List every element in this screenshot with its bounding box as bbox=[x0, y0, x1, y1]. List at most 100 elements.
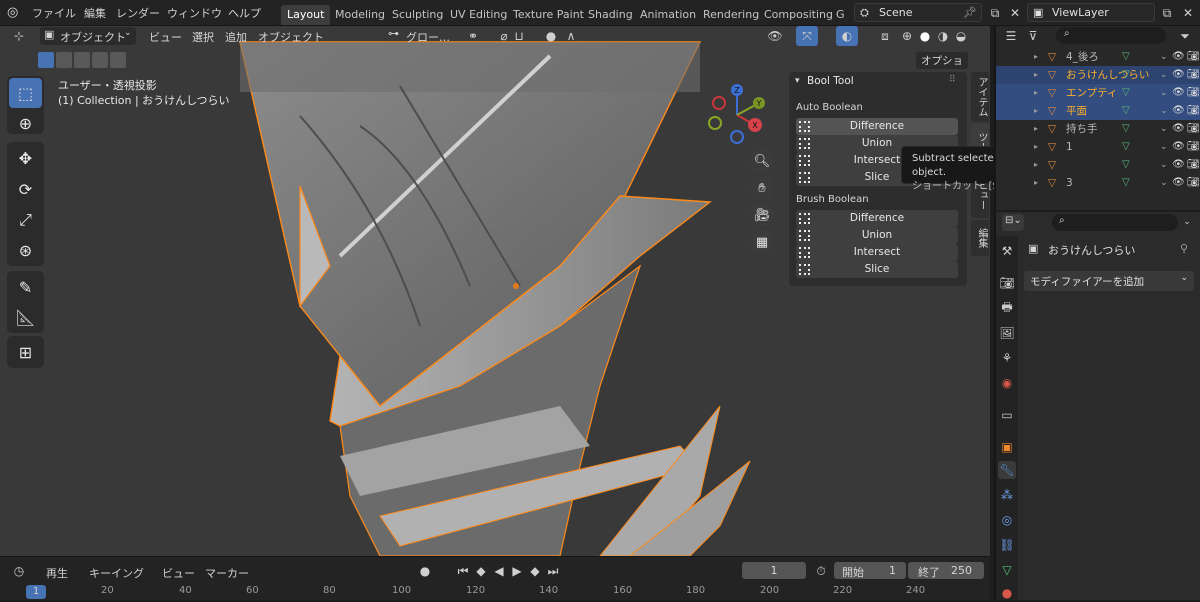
menu-add[interactable]: 追加 bbox=[225, 29, 247, 45]
outliner-row[interactable]: ▸ ▽ 1 ▽ ⌄ 👁︎ 📷︎ bbox=[996, 138, 1200, 156]
object-properties-icon[interactable]: ▣ bbox=[998, 438, 1016, 456]
brush-slice-button[interactable]: Slice bbox=[796, 261, 958, 278]
outliner-row[interactable]: ▸ ▽ 3 ▽ ⌄ 👁︎ 📷︎ bbox=[996, 174, 1200, 192]
editor-type-icon[interactable]: ⊹ bbox=[8, 26, 30, 46]
expand-arrow-icon[interactable]: ▸ bbox=[1034, 102, 1038, 120]
outliner-row[interactable]: ▸ ▽ おうけんしつらい ▽ ⌄ 👁︎ 📷︎ bbox=[996, 66, 1200, 84]
visibility-icon[interactable]: 👁︎ bbox=[764, 26, 786, 46]
tab-rendering[interactable]: Rendering bbox=[697, 5, 765, 25]
measure-icon[interactable]: 📐︎ bbox=[9, 302, 42, 332]
rendered-shading-icon[interactable]: ◒ bbox=[950, 26, 972, 46]
modifier-properties-icon[interactable]: 🔧︎ bbox=[998, 461, 1016, 479]
view-layer-selector[interactable]: ▣ ViewLayer bbox=[1027, 3, 1155, 22]
menu-edit[interactable]: 編集 bbox=[84, 5, 106, 21]
camera-view-icon[interactable]: 🎥︎ bbox=[750, 203, 774, 227]
brush-intersect-button[interactable]: Intersect bbox=[796, 244, 958, 261]
auto-difference-button[interactable]: Difference bbox=[796, 118, 958, 135]
outliner-row[interactable]: ▸ ▽ 持ち手 ▽ ⌄ 👁︎ 📷︎ bbox=[996, 120, 1200, 138]
eye-icon[interactable]: 👁︎ bbox=[1172, 66, 1185, 84]
annotate-icon[interactable]: ✎ bbox=[9, 272, 42, 302]
filter-icon[interactable]: ⊽ bbox=[1022, 26, 1044, 46]
expand-arrow-icon[interactable]: ▸ bbox=[1034, 120, 1038, 138]
select-subtract-icon[interactable] bbox=[74, 52, 90, 68]
tool-properties-icon[interactable]: ⚒ bbox=[998, 242, 1016, 260]
physics-properties-icon[interactable]: ◎ bbox=[998, 511, 1016, 529]
eye-icon[interactable]: 👁︎ bbox=[1172, 120, 1185, 138]
menu-playback[interactable]: 再生 bbox=[46, 565, 68, 581]
menu-select[interactable]: 選択 bbox=[192, 29, 214, 45]
collapse-chevron-icon[interactable]: ⌄ bbox=[1160, 66, 1168, 84]
collapse-chevron-icon[interactable]: ⌄ bbox=[1160, 84, 1168, 102]
collapse-chevron-icon[interactable]: ⌄ bbox=[1160, 174, 1168, 192]
move-icon[interactable]: ✥ bbox=[9, 143, 42, 173]
view-layer-properties-icon[interactable]: 🖼︎ bbox=[998, 324, 1016, 342]
zoom-icon[interactable]: 🔍︎ bbox=[750, 149, 774, 173]
tab-texture-paint[interactable]: Texture Paint bbox=[507, 5, 590, 25]
menu-timeline-view[interactable]: ビュー bbox=[162, 565, 195, 581]
outliner-row[interactable]: ▸ ▽ エンプティ ▽ ⌄ 👁︎ 📷︎ bbox=[996, 84, 1200, 102]
select-extend-icon[interactable] bbox=[56, 52, 72, 68]
timeline-editor-type-icon[interactable]: ◷ bbox=[8, 561, 30, 581]
props-editor-type-icon[interactable]: ⊟⌄ bbox=[1002, 214, 1024, 231]
tab-compositing[interactable]: Compositing bbox=[758, 5, 839, 25]
falloff-icon[interactable]: ∧ bbox=[560, 26, 582, 46]
playhead[interactable]: 1 bbox=[26, 585, 46, 599]
data-properties-icon[interactable]: ▽ bbox=[998, 561, 1016, 579]
sidebar-tab-item[interactable]: アイテム bbox=[971, 72, 989, 122]
eye-icon[interactable]: 👁︎ bbox=[1172, 138, 1185, 156]
brush-union-button[interactable]: Union bbox=[796, 227, 958, 244]
menu-file[interactable]: ファイル bbox=[32, 5, 76, 21]
menu-marker[interactable]: マーカー bbox=[205, 565, 249, 581]
select-intersect-icon[interactable] bbox=[110, 52, 126, 68]
brush-difference-button[interactable]: Difference bbox=[796, 210, 958, 227]
collapse-chevron-icon[interactable]: ⌄ bbox=[1160, 48, 1168, 66]
tab-sculpting[interactable]: Sculpting bbox=[386, 5, 449, 25]
select-box-icon[interactable]: ⬚ bbox=[9, 78, 42, 108]
camera-icon[interactable]: 📷︎ bbox=[1187, 102, 1200, 120]
eye-icon[interactable]: 👁︎ bbox=[1172, 48, 1185, 66]
collection-properties-icon[interactable]: ▭ bbox=[998, 406, 1016, 424]
new-view-layer-icon[interactable]: ⧉ bbox=[1156, 3, 1178, 23]
menu-object[interactable]: オブジェクト bbox=[258, 29, 324, 45]
overlay-toggle-icon[interactable]: ◐ bbox=[836, 26, 858, 46]
options-dropdown[interactable]: オプション bbox=[916, 52, 968, 82]
sidebar-tab-edit[interactable]: 編集 bbox=[971, 220, 989, 256]
record-icon[interactable]: ● bbox=[414, 561, 436, 581]
collapse-icon[interactable]: ▾ bbox=[795, 76, 800, 86]
pan-icon[interactable]: ✋︎ bbox=[750, 176, 774, 200]
render-properties-icon[interactable]: 📷︎ bbox=[998, 274, 1016, 292]
outliner-row[interactable]: ▸ ▽ 4_後ろ ▽ ⌄ 👁︎ 📷︎ bbox=[996, 48, 1200, 66]
camera-icon[interactable]: 📷︎ bbox=[1187, 156, 1200, 174]
start-frame-field[interactable]: 開始 1 bbox=[834, 562, 906, 579]
gizmo-toggle-icon[interactable]: ⤧ bbox=[796, 26, 818, 46]
cursor-icon[interactable]: ⊕ bbox=[9, 108, 42, 138]
gizmo-neg-y[interactable] bbox=[708, 116, 722, 130]
expand-arrow-icon[interactable]: ▸ bbox=[1034, 48, 1038, 66]
menu-view[interactable]: ビュー bbox=[149, 29, 182, 45]
tab-modeling[interactable]: Modeling bbox=[329, 5, 391, 25]
expand-arrow-icon[interactable]: ▸ bbox=[1034, 84, 1038, 102]
menu-help[interactable]: ヘルプ bbox=[228, 5, 261, 21]
constraints-properties-icon[interactable]: ⛓ bbox=[998, 536, 1016, 554]
menu-render[interactable]: レンダー bbox=[116, 5, 160, 21]
transform-orientation[interactable]: ⊶ グロー… bbox=[386, 27, 456, 45]
new-scene-icon[interactable]: ⧉ bbox=[984, 3, 1006, 23]
rotate-icon[interactable]: ⟳ bbox=[9, 174, 42, 204]
drag-handle-icon[interactable]: ⠿ bbox=[949, 75, 956, 85]
tab-animation[interactable]: Animation bbox=[634, 5, 702, 25]
collapse-chevron-icon[interactable]: ⌄ bbox=[1160, 120, 1168, 138]
navigation-gizmo[interactable]: Z X Y bbox=[705, 81, 769, 145]
stopwatch-icon[interactable]: ⏱ bbox=[810, 561, 832, 581]
display-mode-icon[interactable]: ☰ bbox=[1000, 26, 1022, 46]
camera-icon[interactable]: 📷︎ bbox=[1187, 48, 1200, 66]
add-modifier-dropdown[interactable]: モディファイアーを追加 ⌄ bbox=[1024, 271, 1194, 291]
eye-icon[interactable]: 👁︎ bbox=[1172, 102, 1185, 120]
menu-window[interactable]: ウィンドウ bbox=[167, 5, 222, 21]
collapse-chevron-icon[interactable]: ⌄ bbox=[1160, 156, 1168, 174]
add-cube-icon[interactable]: ⊞ bbox=[9, 337, 42, 367]
outliner-row[interactable]: ▸ ▽ 平面 ▽ ⌄ 👁︎ 📷︎ bbox=[996, 102, 1200, 120]
scale-icon[interactable]: ⤢ bbox=[9, 205, 42, 235]
3d-viewport[interactable]: ⊹ ▣ オブジェクト ⌄ ビュー 選択 追加 オブジェクト ⊶ グロー… ⚭ ⌀… bbox=[0, 26, 990, 556]
current-frame-field[interactable]: 1 bbox=[742, 562, 806, 579]
gizmo-neg-z[interactable] bbox=[730, 130, 744, 144]
